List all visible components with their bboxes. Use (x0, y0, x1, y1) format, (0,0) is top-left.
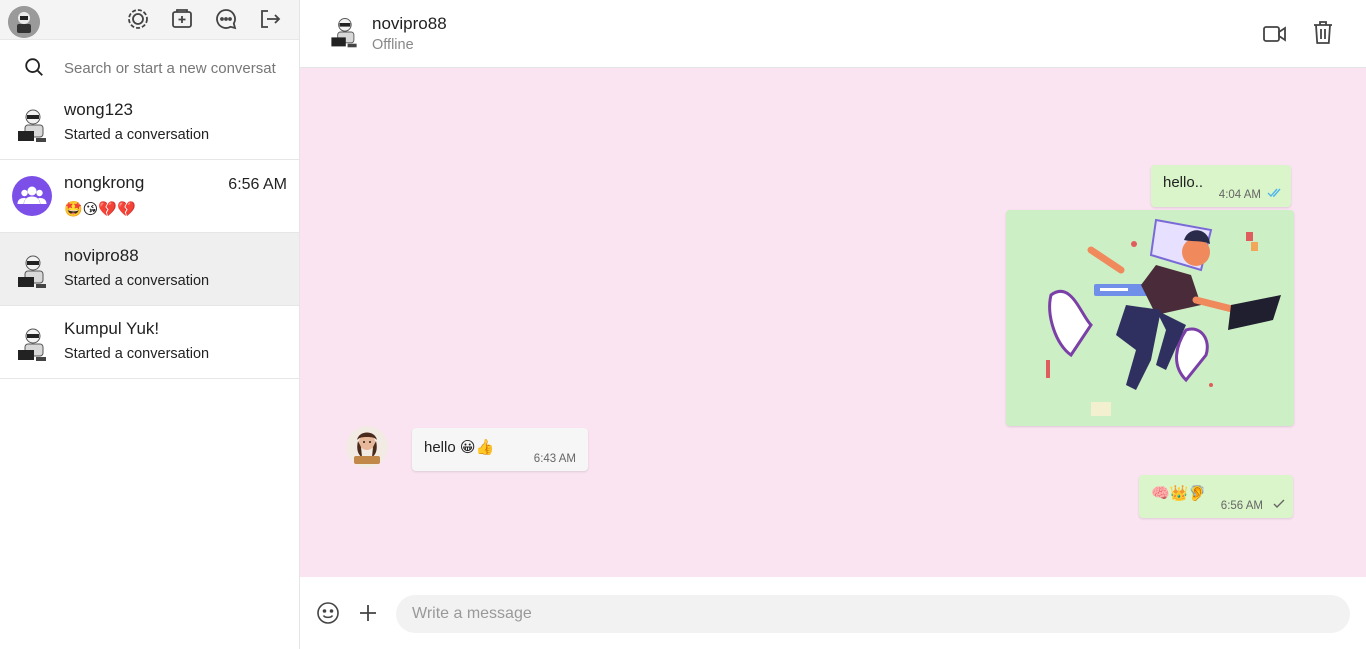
conversation-preview: 🤩😘💔💔 (64, 201, 136, 218)
message-text: 🧠👑🦻 (1151, 485, 1208, 502)
message-time: 6:56 AM (1220, 500, 1263, 512)
conversation-item-active[interactable]: novipro88 Started a conversation (0, 233, 299, 306)
check-icon (1273, 498, 1285, 512)
conversation-name: Kumpul Yuk! (64, 319, 160, 338)
logout-icon[interactable] (258, 7, 282, 31)
sidebar: wong123 Started a conversation nongkrong… (0, 0, 300, 649)
contact-name: novipro88 (372, 14, 447, 33)
status-icon[interactable] (126, 7, 150, 31)
community-icon[interactable] (214, 7, 238, 31)
group-avatar-icon (12, 176, 52, 216)
composer (300, 577, 1366, 649)
chat-header: novipro88 Offline (300, 0, 1366, 68)
message-time: 4:04 AM (1218, 189, 1261, 201)
chat-app: wong123 Started a conversation nongkrong… (0, 0, 1366, 649)
search-icon (23, 56, 45, 83)
conversation-item[interactable]: Kumpul Yuk! Started a conversation (0, 306, 299, 379)
my-avatar[interactable] (8, 6, 40, 38)
conversation-name: wong123 (64, 100, 134, 119)
contact-avatar[interactable] (326, 14, 362, 50)
video-call-icon[interactable] (1262, 22, 1288, 51)
outgoing-message[interactable]: hello.. 4:04 AM (1151, 165, 1291, 207)
robot-avatar (12, 324, 52, 364)
outgoing-message[interactable]: 🧠👑🦻 6:56 AM (1139, 475, 1293, 518)
outgoing-image-message[interactable] (1006, 210, 1294, 426)
contact-status: Offline (372, 37, 414, 53)
conversation-time: 6:56 AM (228, 176, 287, 193)
incoming-message[interactable]: hello 😀👍 6:43 AM (412, 428, 588, 471)
robot-avatar (12, 105, 52, 145)
conversation-name: nongkrong (64, 173, 145, 192)
conversation-item[interactable]: wong123 Started a conversation (0, 87, 299, 160)
conversation-preview: Started a conversation (64, 273, 210, 289)
conversation-preview: Started a conversation (64, 127, 210, 143)
robot-avatar (12, 251, 52, 291)
delete-chat-icon[interactable] (1312, 20, 1334, 51)
message-time: 6:43 AM (533, 453, 576, 465)
message-input[interactable] (396, 595, 1350, 633)
message-list: hello.. 4:04 AM hello 😀👍 6:43 AM 🧠👑🦻 6:5… (300, 68, 1366, 577)
chat-pane: novipro88 Offline hello.. 4:04 AM hello … (300, 0, 1366, 649)
conversation-preview: Started a conversation (64, 346, 210, 362)
sender-avatar[interactable] (346, 426, 388, 468)
message-text: hello.. (1163, 174, 1204, 191)
conversation-item[interactable]: nongkrong 6:56 AM 🤩😘💔💔 (0, 160, 299, 233)
emoji-icon[interactable] (316, 601, 340, 630)
double-check-icon (1267, 187, 1283, 201)
search-input[interactable] (64, 58, 284, 78)
conversation-name: novipro88 (64, 246, 139, 265)
attach-plus-icon[interactable] (356, 601, 380, 630)
new-chat-icon[interactable] (170, 7, 194, 31)
illustration-image (1006, 210, 1294, 426)
message-text: hello 😀👍 (424, 439, 495, 456)
sidebar-header (0, 0, 299, 40)
